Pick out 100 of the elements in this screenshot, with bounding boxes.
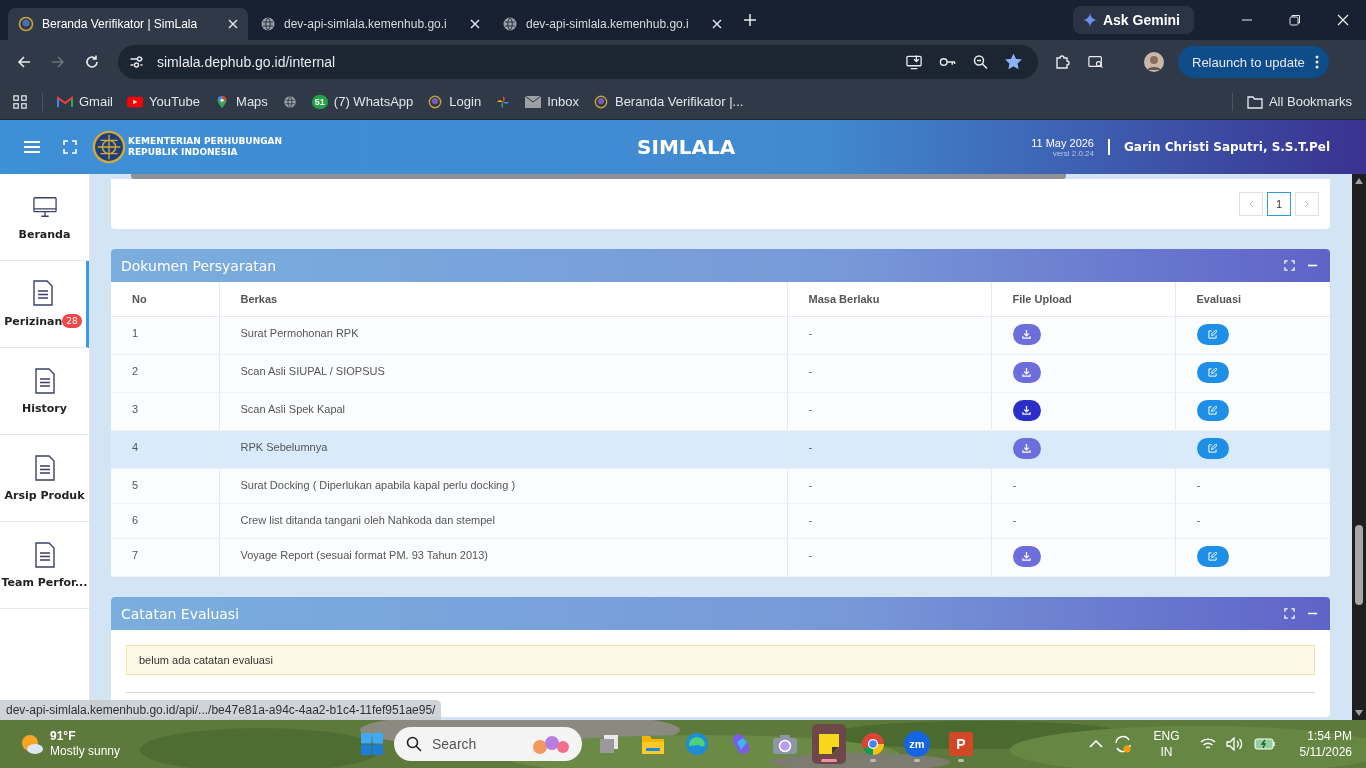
column-header: Masa Berlaku: [787, 282, 991, 317]
emblem-icon: [18, 16, 34, 32]
restore-icon[interactable]: [1289, 14, 1301, 26]
table-cell: Crew list ditanda tangani oleh Nahkoda dan stempel: [240, 514, 495, 526]
browser-tab[interactable]: dev-api-simlala.kemenhub.go.i: [492, 8, 732, 40]
site-settings-icon[interactable]: [128, 54, 145, 70]
menu-icon[interactable]: [24, 140, 40, 154]
avatar[interactable]: [1144, 52, 1164, 72]
star-icon[interactable]: [1005, 54, 1022, 70]
bookmark-link[interactable]: Inbox: [525, 94, 579, 109]
fullscreen-icon[interactable]: [1284, 608, 1295, 619]
table-cell: 6: [132, 514, 139, 526]
zoom-out-icon[interactable]: [972, 54, 989, 70]
sync-icon[interactable]: [1113, 734, 1134, 754]
download-button[interactable]: [1012, 362, 1041, 383]
edit-button[interactable]: [1196, 546, 1229, 567]
table-cell: -: [1012, 479, 1017, 491]
page-button[interactable]: 1: [1267, 192, 1291, 216]
globe-icon: [502, 16, 518, 32]
windows-start-icon[interactable]: [360, 732, 384, 756]
download-icon: [1022, 368, 1031, 377]
taskbar-app[interactable]: P: [944, 724, 978, 764]
table-cell: Scan Asli SIUPAL / SIOPSUS: [240, 365, 385, 377]
envelope-icon: [525, 94, 542, 109]
download-icon: [1022, 444, 1031, 453]
edit-button[interactable]: [1196, 324, 1229, 345]
globe-icon[interactable]: [281, 94, 298, 109]
scroll-down-icon[interactable]: [1354, 709, 1364, 717]
bookmark-link[interactable]: 51 (7) WhatsApp: [311, 94, 414, 109]
edit-button[interactable]: [1196, 438, 1229, 459]
sidebar-item[interactable]: History: [0, 348, 89, 435]
folder-icon: [1246, 94, 1263, 109]
table-cell: -: [1012, 514, 1017, 526]
table-cell: 2: [132, 365, 139, 377]
apps-icon[interactable]: [12, 94, 28, 109]
fullscreen-icon[interactable]: [1284, 260, 1295, 271]
count-badge: 28: [62, 314, 82, 328]
new-tab-icon[interactable]: [744, 14, 756, 26]
document-icon: [32, 541, 57, 568]
sidebar-item[interactable]: Team Perfor...: [0, 522, 89, 609]
date-text: 11 May 2026: [1031, 136, 1094, 149]
scrollbar[interactable]: [131, 174, 1066, 179]
install-icon[interactable]: [906, 54, 923, 70]
all-bookmarks-link[interactable]: All Bookmarks: [1246, 94, 1352, 109]
pinwheel-icon[interactable]: [495, 94, 512, 109]
table-cell: -: [808, 403, 813, 415]
scrollbar[interactable]: [1352, 174, 1366, 720]
column-header: Evaluasi: [1175, 282, 1330, 317]
edit-button[interactable]: [1196, 362, 1229, 383]
table-cell: Scan Asli Spek Kapal: [240, 403, 346, 415]
column-header: File Upload: [991, 282, 1175, 317]
scroll-up-icon[interactable]: [1354, 177, 1364, 185]
play-icon: [126, 94, 143, 109]
table-cell: RPK Sebelumnya: [240, 441, 328, 453]
close-icon[interactable]: [228, 19, 238, 29]
relaunch-button[interactable]: Relaunch to update: [1178, 46, 1329, 78]
volume-icon[interactable]: [1225, 737, 1244, 751]
table-cell: Surat Docking ( Diperlukan apabila kapal perlu docking ): [240, 479, 516, 491]
fullscreen-icon[interactable]: [62, 140, 78, 154]
tab-search-icon[interactable]: [1086, 54, 1106, 70]
mail-icon: [57, 94, 73, 109]
camera-icon: [772, 733, 798, 755]
sidebar-item[interactable]: Beranda: [0, 174, 89, 261]
ask-gemini-button[interactable]: Ask Gemini: [1072, 6, 1194, 34]
clock[interactable]: 1:54 PM 5/11/2026: [1299, 728, 1352, 760]
taskbar-app[interactable]: [812, 724, 846, 764]
close-icon[interactable]: [1337, 14, 1349, 26]
weather-widget[interactable]: 91°F Mostly sunny: [20, 729, 350, 759]
download-icon: [1022, 406, 1031, 415]
logo-icon: [92, 130, 126, 164]
scroll-thumb[interactable]: [1355, 525, 1363, 605]
bookmark-link[interactable]: Maps: [214, 94, 268, 109]
download-button[interactable]: [1012, 400, 1041, 421]
edit-icon: [1208, 552, 1217, 561]
wifi-icon[interactable]: [1199, 737, 1216, 751]
bookmark-link[interactable]: Gmail: [57, 94, 113, 109]
panel-title: Dokumen Persyaratan: [121, 257, 278, 274]
sidebar-item[interactable]: Arsip Produk: [0, 435, 89, 522]
search-field[interactable]: Search: [394, 727, 582, 761]
download-button[interactable]: [1012, 324, 1041, 345]
chevron-up-icon[interactable]: [1089, 739, 1104, 749]
table-cell: 1: [132, 327, 139, 339]
bookmark-link[interactable]: Login: [427, 94, 482, 109]
battery-icon[interactable]: [1253, 737, 1276, 751]
close-icon[interactable]: [470, 19, 480, 29]
table-cell: -: [808, 441, 813, 453]
edit-button[interactable]: [1196, 400, 1229, 421]
panel-title: Catatan Evaluasi: [121, 605, 241, 622]
bookmark-link[interactable]: YouTube: [126, 94, 201, 109]
browser-tab[interactable]: Beranda Verifikator | SimLala: [8, 8, 248, 40]
address-bar[interactable]: simlala.dephub.go.id/internal: [118, 45, 1038, 79]
bookmark-link[interactable]: Beranda Verifikator |...: [592, 94, 744, 109]
download-button[interactable]: [1012, 546, 1041, 567]
table-cell: 5: [132, 479, 139, 491]
table-cell: 7: [132, 549, 139, 561]
language-indicator[interactable]: ENG IN: [1153, 728, 1180, 760]
presentation-logo: P: [949, 732, 973, 756]
close-icon[interactable]: [712, 19, 722, 29]
browser-tab[interactable]: dev-api-simlala.kemenhub.go.i: [250, 8, 490, 40]
table-cell: -: [1196, 479, 1201, 491]
